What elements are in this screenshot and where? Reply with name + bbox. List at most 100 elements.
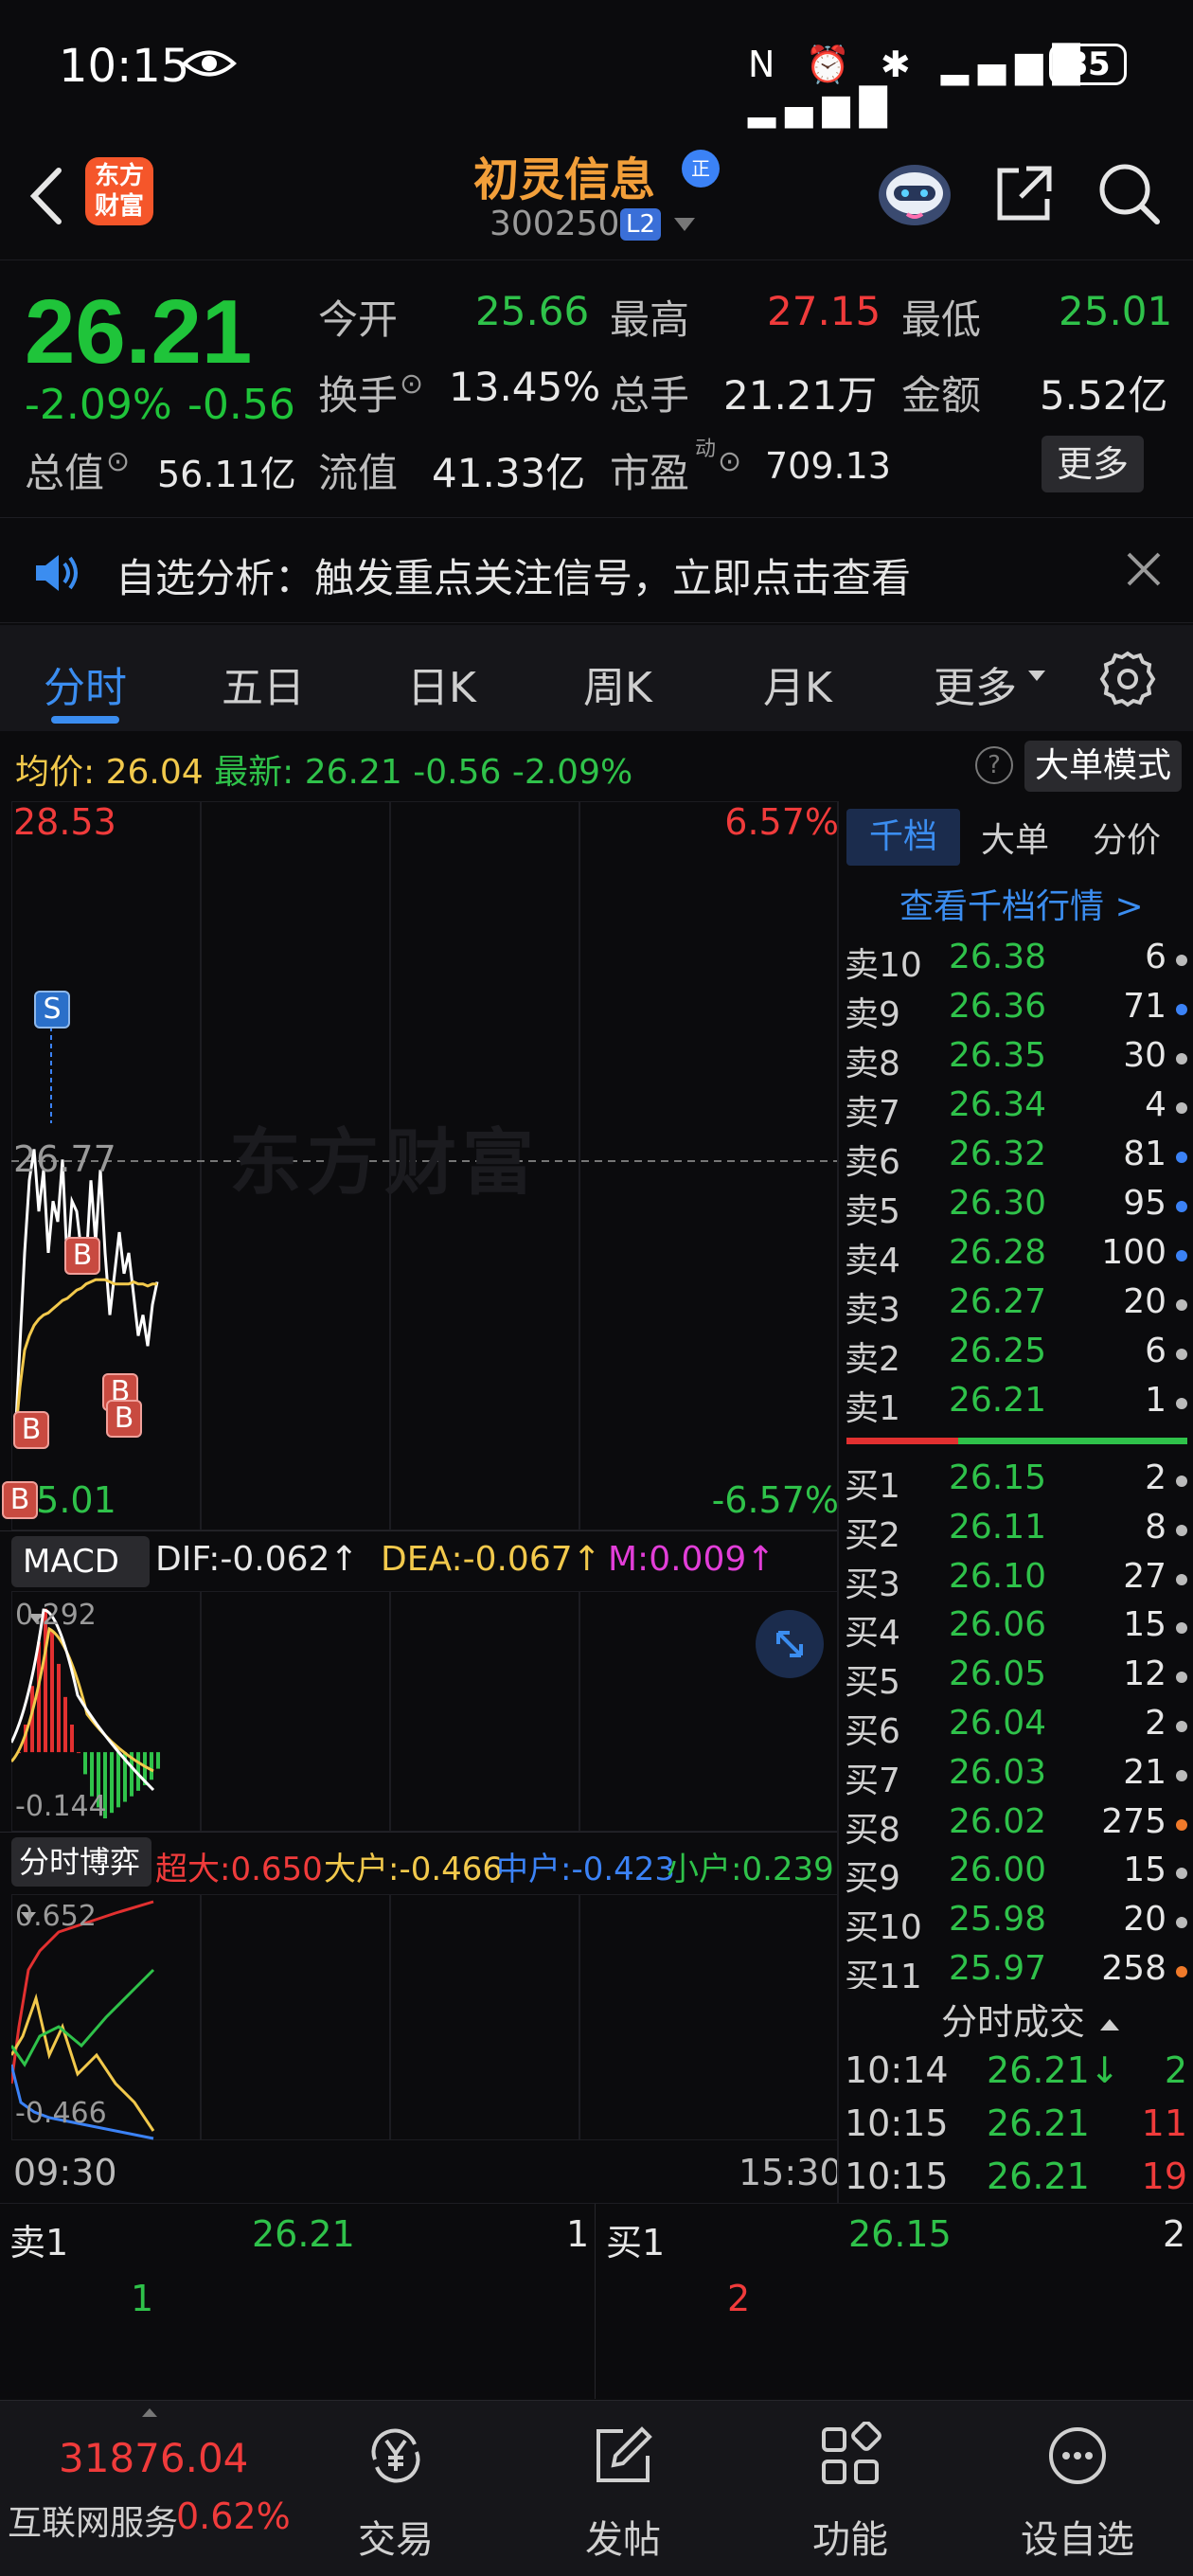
tab-more[interactable]: 更多 <box>934 653 1017 714</box>
bid-price: 25.97 <box>949 1949 1047 1988</box>
ask-level-label: 卖10 <box>845 946 922 985</box>
more-button[interactable]: 更多 <box>1042 436 1144 492</box>
tab-intraday[interactable]: 分时 <box>44 653 127 714</box>
bid-row[interactable]: 买2 26.11 8 <box>845 1504 1187 1555</box>
high-value: 27.15 <box>767 288 881 334</box>
order-dot <box>1176 1769 1187 1781</box>
macd-chart[interactable]: 0.292 -0.144 <box>11 1591 839 1832</box>
game-chart[interactable]: 0.652 -0.466 <box>11 1894 839 2140</box>
bid-volume: 15 <box>1123 1851 1166 1890</box>
nav-post[interactable]: 发帖 <box>547 2401 699 2576</box>
bid-row[interactable]: 买9 26.00 15 <box>845 1847 1187 1898</box>
info-icon[interactable]: ⊙ <box>106 445 130 478</box>
tab-weekly-k[interactable]: 周K <box>583 653 652 714</box>
speaker-icon <box>36 555 78 591</box>
ask-price: 26.25 <box>949 1332 1047 1370</box>
bid-row[interactable]: 买8 26.02 275 <box>845 1798 1187 1850</box>
bid-row[interactable]: 买7 26.03 21 <box>845 1749 1187 1800</box>
buy-marker[interactable]: B <box>64 1237 100 1275</box>
sell-marker[interactable]: S <box>34 991 70 1029</box>
macd-indicator-select[interactable]: MACD <box>11 1536 150 1623</box>
info-icon[interactable]: ⊙ <box>400 367 423 401</box>
ask-row[interactable]: 卖3 26.27 20 <box>845 1279 1187 1330</box>
buy-marker[interactable]: B <box>106 1400 142 1438</box>
macd-m: M:0.009↑ <box>608 1540 775 1579</box>
bid-level-label: 买1 <box>845 1467 900 1506</box>
order-dot <box>1176 1721 1187 1732</box>
ask-level-label: 卖1 <box>845 1389 900 1428</box>
view-depth-link[interactable]: 查看千档行情 > <box>899 879 1144 928</box>
bid-row[interactable]: 买1 26.15 2 <box>845 1455 1187 1506</box>
active-tab-indicator <box>51 716 119 724</box>
share-icon[interactable] <box>992 161 1057 225</box>
turnover-value: 13.45% <box>449 364 601 410</box>
ask-row[interactable]: 卖1 26.21 1 <box>845 1377 1187 1428</box>
order-dot <box>1176 1299 1187 1311</box>
x-axis-start: 09:30 <box>13 2152 117 2193</box>
bid-level-label: 买2 <box>845 1515 900 1555</box>
chevron-down-icon[interactable] <box>674 218 695 231</box>
notice-bar[interactable]: 自选分析：触发重点关注信号，立即点击查看 <box>0 517 1193 623</box>
bid-price: 26.00 <box>949 1851 1047 1890</box>
ask-row[interactable]: 卖8 26.35 30 <box>845 1032 1187 1083</box>
ask-row[interactable]: 卖9 26.36 71 <box>845 983 1187 1034</box>
ask-row[interactable]: 卖7 26.34 4 <box>845 1082 1187 1133</box>
help-icon[interactable]: ? <box>975 746 1013 784</box>
tab-daily-k[interactable]: 日K <box>407 653 476 714</box>
game-indicator-select[interactable]: 分时博弈 <box>11 1837 151 1922</box>
ask-row[interactable]: 卖4 26.28 100 <box>845 1229 1187 1280</box>
bid-price: 26.05 <box>949 1655 1047 1694</box>
bid-row[interactable]: 买11 25.97 258 <box>845 1945 1187 1996</box>
notice-text[interactable]: 自选分析：触发重点关注信号，立即点击查看 <box>116 546 911 604</box>
nav-trade-label: 交易 <box>358 2518 434 2562</box>
bid-level-label: 买7 <box>845 1761 900 1800</box>
gear-icon[interactable] <box>1098 650 1157 708</box>
intraday-chart-area[interactable]: 东方财富 28.53 6.57% 26.77 25.01 -6.57% S B … <box>2 801 839 1530</box>
nav-trade[interactable]: 交易 <box>320 2401 472 2576</box>
expand-icon[interactable] <box>756 1610 824 1678</box>
robot-assistant-icon[interactable] <box>875 155 954 231</box>
trades-title[interactable]: 分时成交 <box>941 1993 1120 2045</box>
ask-row[interactable]: 卖2 26.25 6 <box>845 1328 1187 1379</box>
pe-superscript: 动 <box>695 438 717 461</box>
ask-row[interactable]: 卖10 26.38 6 <box>845 934 1187 985</box>
y-axis-top-price: 28.53 <box>13 801 116 843</box>
info-icon[interactable]: ⊙ <box>718 445 741 478</box>
big-order-mode-button[interactable]: 大单模式 <box>1024 741 1182 792</box>
index-name: 互联网服务 <box>8 2504 179 2543</box>
bid-row[interactable]: 买3 26.10 27 <box>845 1553 1187 1604</box>
trade-volume: 2 <box>1164 2049 1187 2091</box>
close-icon[interactable] <box>1123 548 1165 590</box>
sector-index-widget[interactable]: 31876.04 互联网服务 0.62% <box>0 2401 312 2576</box>
bid-row[interactable]: 买10 25.98 20 <box>845 1896 1187 1947</box>
game-chart-svg <box>11 1894 839 2140</box>
tab-five-day[interactable]: 五日 <box>222 653 305 714</box>
back-arrow-icon[interactable] <box>23 163 70 229</box>
tab-monthly-k[interactable]: 月K <box>763 653 832 714</box>
nav-functions[interactable]: 功能 <box>775 2401 926 2576</box>
divider <box>595 2204 596 2399</box>
nav-functions-label: 功能 <box>812 2518 888 2562</box>
nav-add-favorite[interactable]: 设自选 <box>1002 2401 1153 2576</box>
search-icon[interactable] <box>1096 161 1163 227</box>
chevron-down-icon[interactable] <box>1028 671 1045 681</box>
ask-row[interactable]: 卖6 26.32 81 <box>845 1131 1187 1182</box>
strip-sell-volume: 1 <box>566 2213 590 2255</box>
order-dot <box>1176 1573 1187 1585</box>
buy-sell-ratio-bar <box>846 1438 1187 1444</box>
bid-price: 26.06 <box>949 1605 1047 1645</box>
bid-level-label: 买4 <box>845 1614 900 1654</box>
level-badge[interactable]: L2 <box>620 208 662 241</box>
buy-marker[interactable]: B <box>13 1411 49 1449</box>
macd-bar <box>70 1724 74 1753</box>
tab-big-orders[interactable]: 大单 <box>981 813 1049 862</box>
order-dot <box>1176 1152 1187 1163</box>
buy-marker[interactable]: B <box>2 1481 38 1519</box>
bid-row[interactable]: 买4 26.06 15 <box>845 1601 1187 1653</box>
ask-row[interactable]: 卖5 26.30 95 <box>845 1180 1187 1231</box>
tab-price-dist[interactable]: 分价 <box>1093 813 1161 862</box>
bid-row[interactable]: 买5 26.05 12 <box>845 1651 1187 1702</box>
ask-volume: 1 <box>1145 1381 1166 1420</box>
tab-order-depth[interactable]: 千档 <box>846 809 960 866</box>
bid-row[interactable]: 买6 26.04 2 <box>845 1700 1187 1751</box>
